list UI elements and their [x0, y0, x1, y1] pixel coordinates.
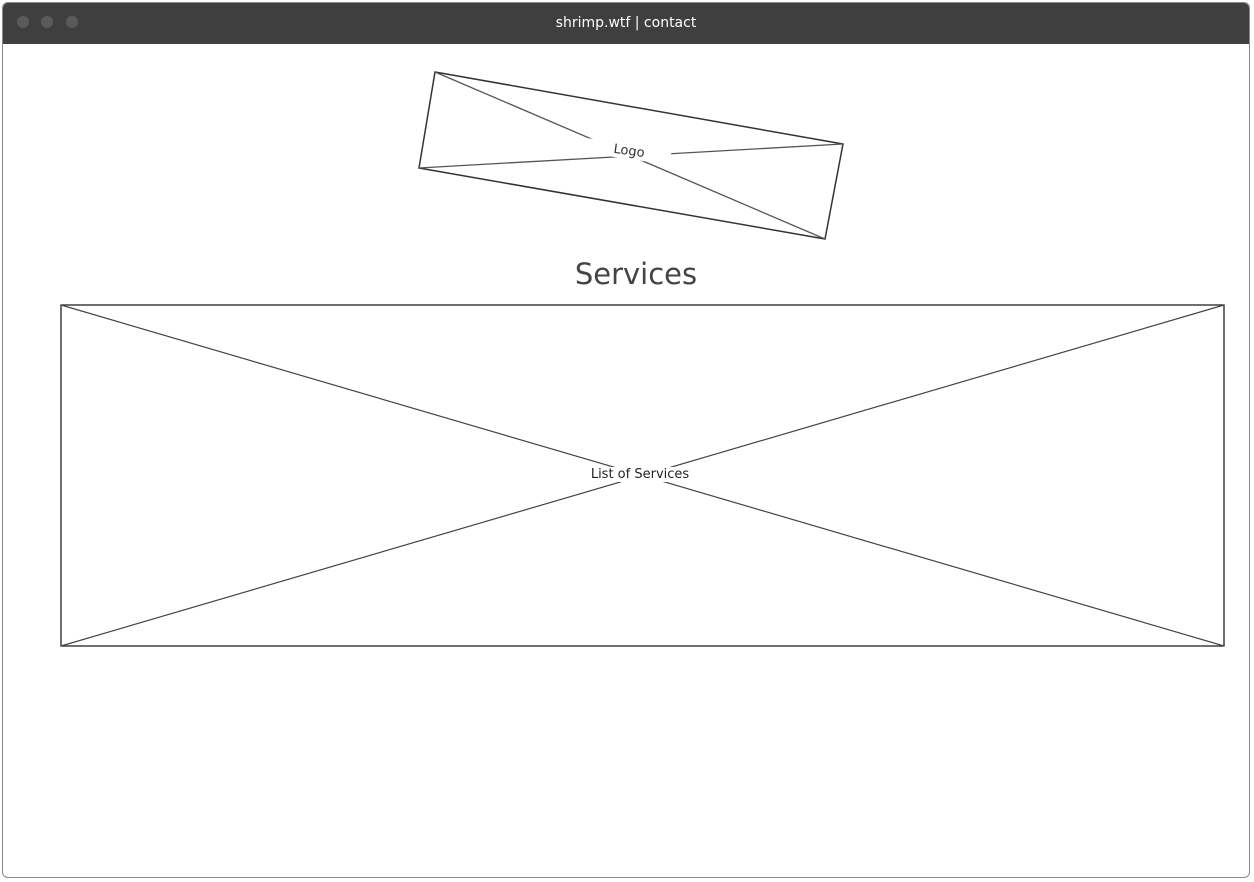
- services-list-label: List of Services: [589, 467, 691, 482]
- wireframe-canvas: [60, 71, 1225, 647]
- page-content: Logo Services List of Services: [3, 44, 1249, 877]
- services-heading: Services: [574, 257, 698, 291]
- window-title: shrimp.wtf | contact: [555, 15, 697, 31]
- title-bar: shrimp.wtf | contact: [3, 3, 1249, 44]
- browser-window: shrimp.wtf | contact Logo Services List …: [2, 2, 1250, 878]
